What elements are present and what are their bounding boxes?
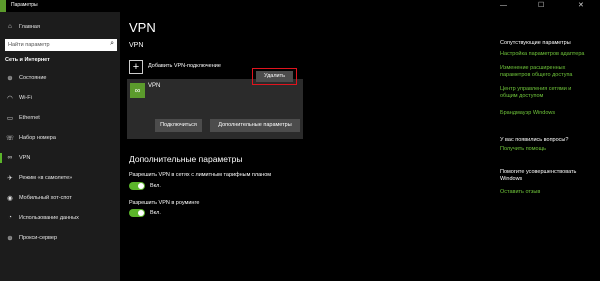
link-line: параметров общего доступа: [500, 72, 573, 78]
improve-windows-title: Помогите усовершенствовать Windows: [500, 169, 596, 183]
search-placeholder: Найти параметр: [8, 42, 50, 48]
wifi-icon: ◠: [7, 95, 13, 102]
sidebar-item-vpn[interactable]: ∞ VPN: [0, 151, 120, 165]
questions-title: У вас появились вопросы?: [500, 137, 569, 143]
sidebar-section-title: Сеть и Интернет: [5, 57, 50, 63]
toggle-knob: [138, 210, 144, 216]
hotspot-icon: ◉: [7, 195, 13, 202]
metered-toggle[interactable]: [129, 182, 145, 190]
plus-icon: +: [132, 61, 140, 73]
minimize-button[interactable]: —: [500, 1, 507, 11]
sidebar-item-wifi[interactable]: ◠ Wi-Fi: [0, 91, 120, 105]
improve-line: Помогите усовершенствовать: [500, 169, 577, 175]
vpn-section-title: VPN: [129, 42, 144, 49]
vpn-connection-icon: ∞: [130, 83, 145, 98]
window-title: Параметры: [11, 2, 38, 8]
sidebar-item-label: Состояние: [19, 75, 47, 81]
sidebar-item-airplane[interactable]: ✈ Режим «в самолете»: [0, 171, 120, 185]
title-bar: Параметры — ☐ ✕: [0, 0, 600, 12]
advanced-options-button[interactable]: Дополнительные параметры: [210, 119, 300, 132]
related-settings-title: Сопутствующие параметры: [500, 40, 571, 46]
get-help-link[interactable]: Получить помощь: [500, 146, 596, 153]
delete-highlight: Удалить: [252, 68, 297, 85]
sidebar-item-dialup[interactable]: ☏ Набор номера: [0, 131, 120, 145]
airplane-icon: ✈: [7, 175, 13, 182]
sidebar-item-label: Набор номера: [19, 135, 56, 141]
metered-option-label: Разрешить VPN в сетях с лимитным тарифны…: [129, 172, 272, 178]
sidebar-item-label: Прокси-сервер: [19, 235, 58, 241]
globe-icon: ⊕: [7, 75, 13, 82]
add-vpn-label[interactable]: Добавить VPN-подключение: [148, 63, 221, 69]
toggle-knob: [138, 183, 144, 189]
sidebar-item-ethernet[interactable]: ▭ Ethernet: [0, 111, 120, 125]
connect-button[interactable]: Подключиться: [155, 119, 202, 132]
phone-icon: ☏: [5, 135, 15, 142]
feedback-link[interactable]: Оставить отзыв: [500, 189, 596, 196]
link-line: Центр управления сетями и: [500, 86, 572, 92]
sharing-settings-link[interactable]: Изменение расширенных параметров общего …: [500, 65, 596, 79]
sidebar-item-label: VPN: [19, 155, 31, 161]
vpn-icon: ∞: [7, 154, 13, 161]
advanced-section-title: Дополнительные параметры: [129, 154, 243, 164]
app-icon: [0, 0, 6, 12]
sidebar-item-data-usage[interactable]: ◔ Использование данных: [0, 211, 120, 225]
sidebar-item-label: Ethernet: [19, 115, 40, 121]
roaming-toggle-state: Вкл.: [150, 210, 161, 216]
vpn-connection-name: VPN: [148, 83, 161, 89]
sidebar-item-label: Мобильный хот-спот: [19, 195, 72, 201]
sidebar-item-status[interactable]: ⊕ Состояние: [0, 71, 120, 85]
sidebar-item-label: Wi-Fi: [19, 95, 32, 101]
data-usage-icon: ◔: [8, 214, 12, 221]
page-title: VPN: [129, 20, 156, 35]
active-indicator: [0, 153, 2, 163]
link-line: Изменение расширенных: [500, 65, 566, 71]
firewall-link[interactable]: Брандмауэр Windows: [500, 110, 596, 117]
roaming-toggle[interactable]: [129, 209, 145, 217]
sidebar-item-hotspot[interactable]: ◉ Мобильный хот-спот: [0, 191, 120, 205]
sidebar-item-label: Использование данных: [19, 215, 79, 221]
delete-button[interactable]: Удалить: [256, 71, 293, 82]
improve-line: Windows: [500, 176, 523, 182]
home-icon: ⌂: [8, 23, 12, 30]
globe-icon: ⊕: [7, 235, 13, 242]
sidebar-item-label: Главная: [19, 24, 40, 30]
network-center-link[interactable]: Центр управления сетями и общим доступом: [500, 86, 596, 100]
maximize-button[interactable]: ☐: [538, 1, 544, 11]
vpn-connection-card[interactable]: ∞ VPN Подключиться Дополнительные параме…: [127, 79, 303, 139]
sidebar: ⌂ Главная Найти параметр ⌕ Сеть и Интерн…: [0, 12, 120, 281]
sidebar-item-home[interactable]: ⌂ Главная: [0, 20, 120, 34]
roaming-option-label: Разрешить VPN в роуминге: [129, 200, 200, 206]
close-button[interactable]: ✕: [578, 1, 584, 11]
metered-toggle-state: Вкл.: [150, 183, 161, 189]
ethernet-icon: ▭: [6, 115, 14, 122]
related-settings-panel: Сопутствующие параметры Настройка параме…: [500, 40, 600, 281]
link-line: общим доступом: [500, 93, 544, 99]
sidebar-item-proxy[interactable]: ⊕ Прокси-сервер: [0, 231, 120, 245]
sidebar-item-label: Режим «в самолете»: [19, 175, 73, 181]
search-icon[interactable]: ⌕: [110, 40, 114, 48]
search-input[interactable]: Найти параметр ⌕: [5, 39, 117, 51]
adapter-settings-link[interactable]: Настройка параметров адаптера: [500, 51, 596, 58]
add-vpn-button[interactable]: +: [129, 60, 143, 74]
